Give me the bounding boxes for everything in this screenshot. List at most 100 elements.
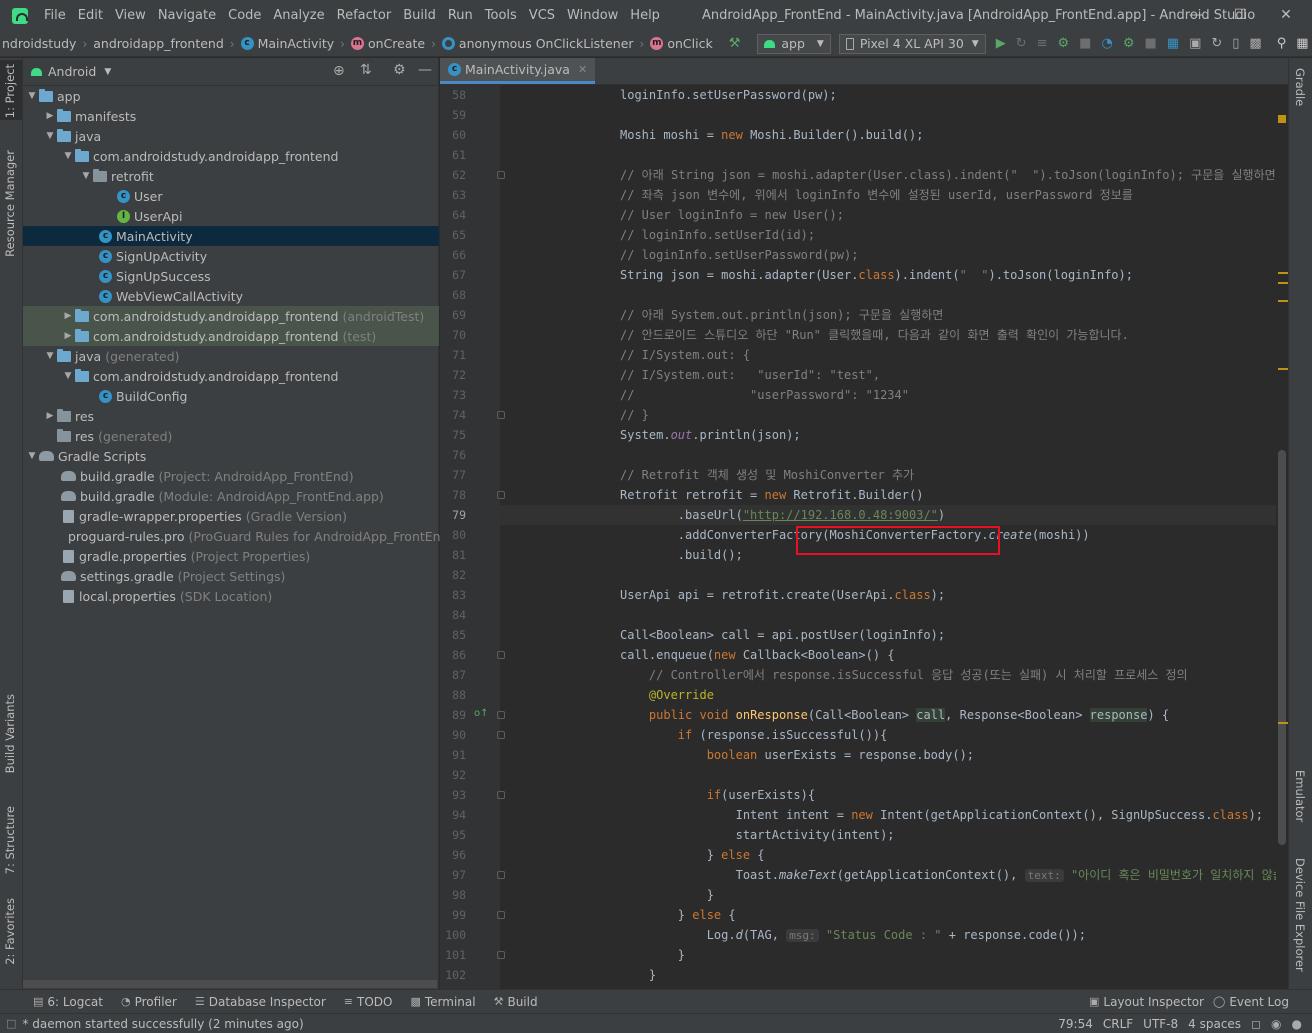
chevron-right-icon[interactable]: ▶ [43,111,57,121]
tree-item-manifests[interactable]: ▶ manifests [23,106,439,126]
tree-item-signupactivity[interactable]: c SignUpActivity [23,246,439,266]
line-separator[interactable]: CRLF [1103,1017,1133,1031]
warning-indicator-icon[interactable] [1278,115,1286,123]
tree-item-java[interactable]: ▼ java [23,126,439,146]
chevron-right-icon[interactable]: ▶ [61,331,75,341]
run-config-select[interactable]: app ▼ [757,33,831,54]
tab-resource-manager[interactable]: Resource Manager [3,150,17,257]
status-icon[interactable]: □ [6,1017,16,1030]
breadcrumb-onclick[interactable]: m onClick [648,36,714,51]
lock-icon[interactable]: ◻ [1251,1017,1261,1031]
tab-terminal[interactable]: ▩ Terminal [401,995,484,1009]
stop-icon[interactable]: ■ [1144,36,1156,52]
tree-item-user[interactable]: c User [23,186,439,206]
fold-marker-icon[interactable] [497,651,505,659]
fold-marker-icon[interactable] [497,791,505,799]
tab-structure[interactable]: 7: Structure [3,806,17,874]
device-manager-icon[interactable]: ▯ [1232,36,1239,52]
breadcrumb-anonymous[interactable]: anonymous OnClickListener [440,36,636,51]
chevron-down-icon[interactable]: ▼ [25,91,39,101]
menu-help[interactable]: Help [624,0,666,31]
tree-item-app[interactable]: ▼ app [23,86,439,106]
apply-code-changes-icon[interactable]: ≡ [1037,36,1048,52]
tab-database-inspector[interactable]: ☰ Database Inspector [186,995,335,1009]
tree-item-package[interactable]: ▼ com.androidstudy.androidapp_frontend [23,146,439,166]
tree-item-userapi[interactable]: I UserApi [23,206,439,226]
tree-item-gradle-properties[interactable]: gradle.properties (Project Properties) [23,546,439,566]
close-icon[interactable]: ✕ [1263,0,1309,31]
tab-gradle[interactable]: Gradle [1293,68,1307,106]
error-stripe-marker[interactable] [1278,300,1288,302]
error-stripe-marker[interactable] [1278,272,1288,274]
breadcrumb-class[interactable]: c MainActivity [239,36,337,51]
menu-tools[interactable]: Tools [479,0,523,31]
breadcrumb-project[interactable]: ndroidstudy [0,36,78,51]
menu-run[interactable]: Run [442,0,479,31]
fold-marker-icon[interactable] [497,491,505,499]
tree-item-gradle-scripts[interactable]: ▼ Gradle Scripts [23,446,439,466]
breadcrumb-module[interactable]: androidapp_frontend [91,36,226,51]
tab-layout-inspector[interactable]: ▣ Layout Inspector [1080,995,1213,1009]
tab-event-log[interactable]: ◯ Event Log [1204,995,1298,1009]
tree-item-build-gradle-module[interactable]: build.gradle (Module: AndroidApp_FrontEnd… [23,486,439,506]
close-tab-icon[interactable]: ✕ [578,63,587,76]
chevron-right-icon[interactable]: ▶ [43,411,57,421]
caret-position[interactable]: 79:54 [1058,1017,1093,1031]
run-icon[interactable]: ▶ [996,36,1006,52]
editor-scrollbar[interactable] [1276,85,1288,989]
avd-manager-icon[interactable]: ▣ [1189,36,1201,52]
status-message[interactable]: * daemon started successfully (2 minutes… [22,1017,303,1031]
error-stripe-marker[interactable] [1278,368,1288,370]
horizontal-scrollbar[interactable] [23,980,437,988]
tab-device-file-explorer[interactable]: Device File Explorer [1293,858,1307,972]
tab-logcat[interactable]: ▤ 6: Logcat [24,995,112,1009]
tree-item-retrofit[interactable]: ▼ retrofit [23,166,439,186]
tab-favorites[interactable]: 2: Favorites [3,898,17,965]
hide-icon[interactable]: — [418,62,432,78]
file-encoding[interactable]: UTF-8 [1143,1017,1178,1031]
minimize-icon[interactable]: — [1173,0,1219,31]
chevron-down-icon[interactable]: ▼ [43,131,57,141]
project-view-mode[interactable]: Android [48,64,96,79]
fold-marker-icon[interactable] [497,711,505,719]
chevron-down-icon[interactable]: ▼ [61,371,75,381]
base-url-string[interactable]: "http://192.168.0.48:9003/" [743,508,938,522]
menu-analyze[interactable]: Analyze [267,0,330,31]
menu-window[interactable]: Window [561,0,624,31]
fold-marker-icon[interactable] [497,911,505,919]
fold-marker-icon[interactable] [497,871,505,879]
memory-icon[interactable]: ● [1292,1017,1302,1031]
tree-item-gradle-wrapper[interactable]: gradle-wrapper.properties (Gradle Version… [23,506,439,526]
fold-marker-icon[interactable] [497,411,505,419]
tree-item-local-properties[interactable]: local.properties (SDK Location) [23,586,439,606]
fold-marker-icon[interactable] [497,731,505,739]
tab-emulator[interactable]: Emulator [1293,770,1307,822]
tab-build[interactable]: ⚒ Build [485,995,547,1009]
tab-build-variants[interactable]: Build Variants [3,694,17,773]
attach-debugger-icon[interactable]: ■ [1079,36,1091,52]
fold-marker-icon[interactable] [497,951,505,959]
settings-icon[interactable]: ▦ [1296,36,1308,52]
menu-vcs[interactable]: VCS [523,0,561,31]
indent-setting[interactable]: 4 spaces [1188,1017,1241,1031]
tab-mainactivity[interactable]: c MainActivity.java ✕ [440,58,596,84]
inspector-icon[interactable]: ◉ [1271,1017,1281,1031]
tree-item-build-gradle-project[interactable]: build.gradle (Project: AndroidApp_FrontEn… [23,466,439,486]
menu-refactor[interactable]: Refactor [331,0,398,31]
maximize-icon[interactable]: ☐ [1217,0,1263,31]
tab-profiler[interactable]: ◔ Profiler [112,995,186,1009]
tab-todo[interactable]: ≡ TODO [335,995,402,1009]
chevron-down-icon[interactable]: ▼ [79,171,93,181]
tree-item-settings-gradle[interactable]: settings.gradle (Project Settings) [23,566,439,586]
menu-edit[interactable]: Edit [72,0,109,31]
chevron-right-icon[interactable]: ▶ [61,311,75,321]
tree-item-res[interactable]: ▶ res [23,406,439,426]
error-stripe-marker[interactable] [1278,722,1288,724]
tree-item-webviewcallactivity[interactable]: c WebViewCallActivity [23,286,439,306]
code-area[interactable]: loginInfo.setUserPassword(pw); Moshi mos… [500,85,1276,989]
chevron-down-icon[interactable]: ▼ [43,351,57,361]
menu-file[interactable]: File [38,0,72,31]
debug-icon[interactable]: ⚙ [1058,36,1070,52]
sync-project-icon[interactable]: ▦ [1167,36,1179,52]
fold-marker-icon[interactable] [497,171,505,179]
